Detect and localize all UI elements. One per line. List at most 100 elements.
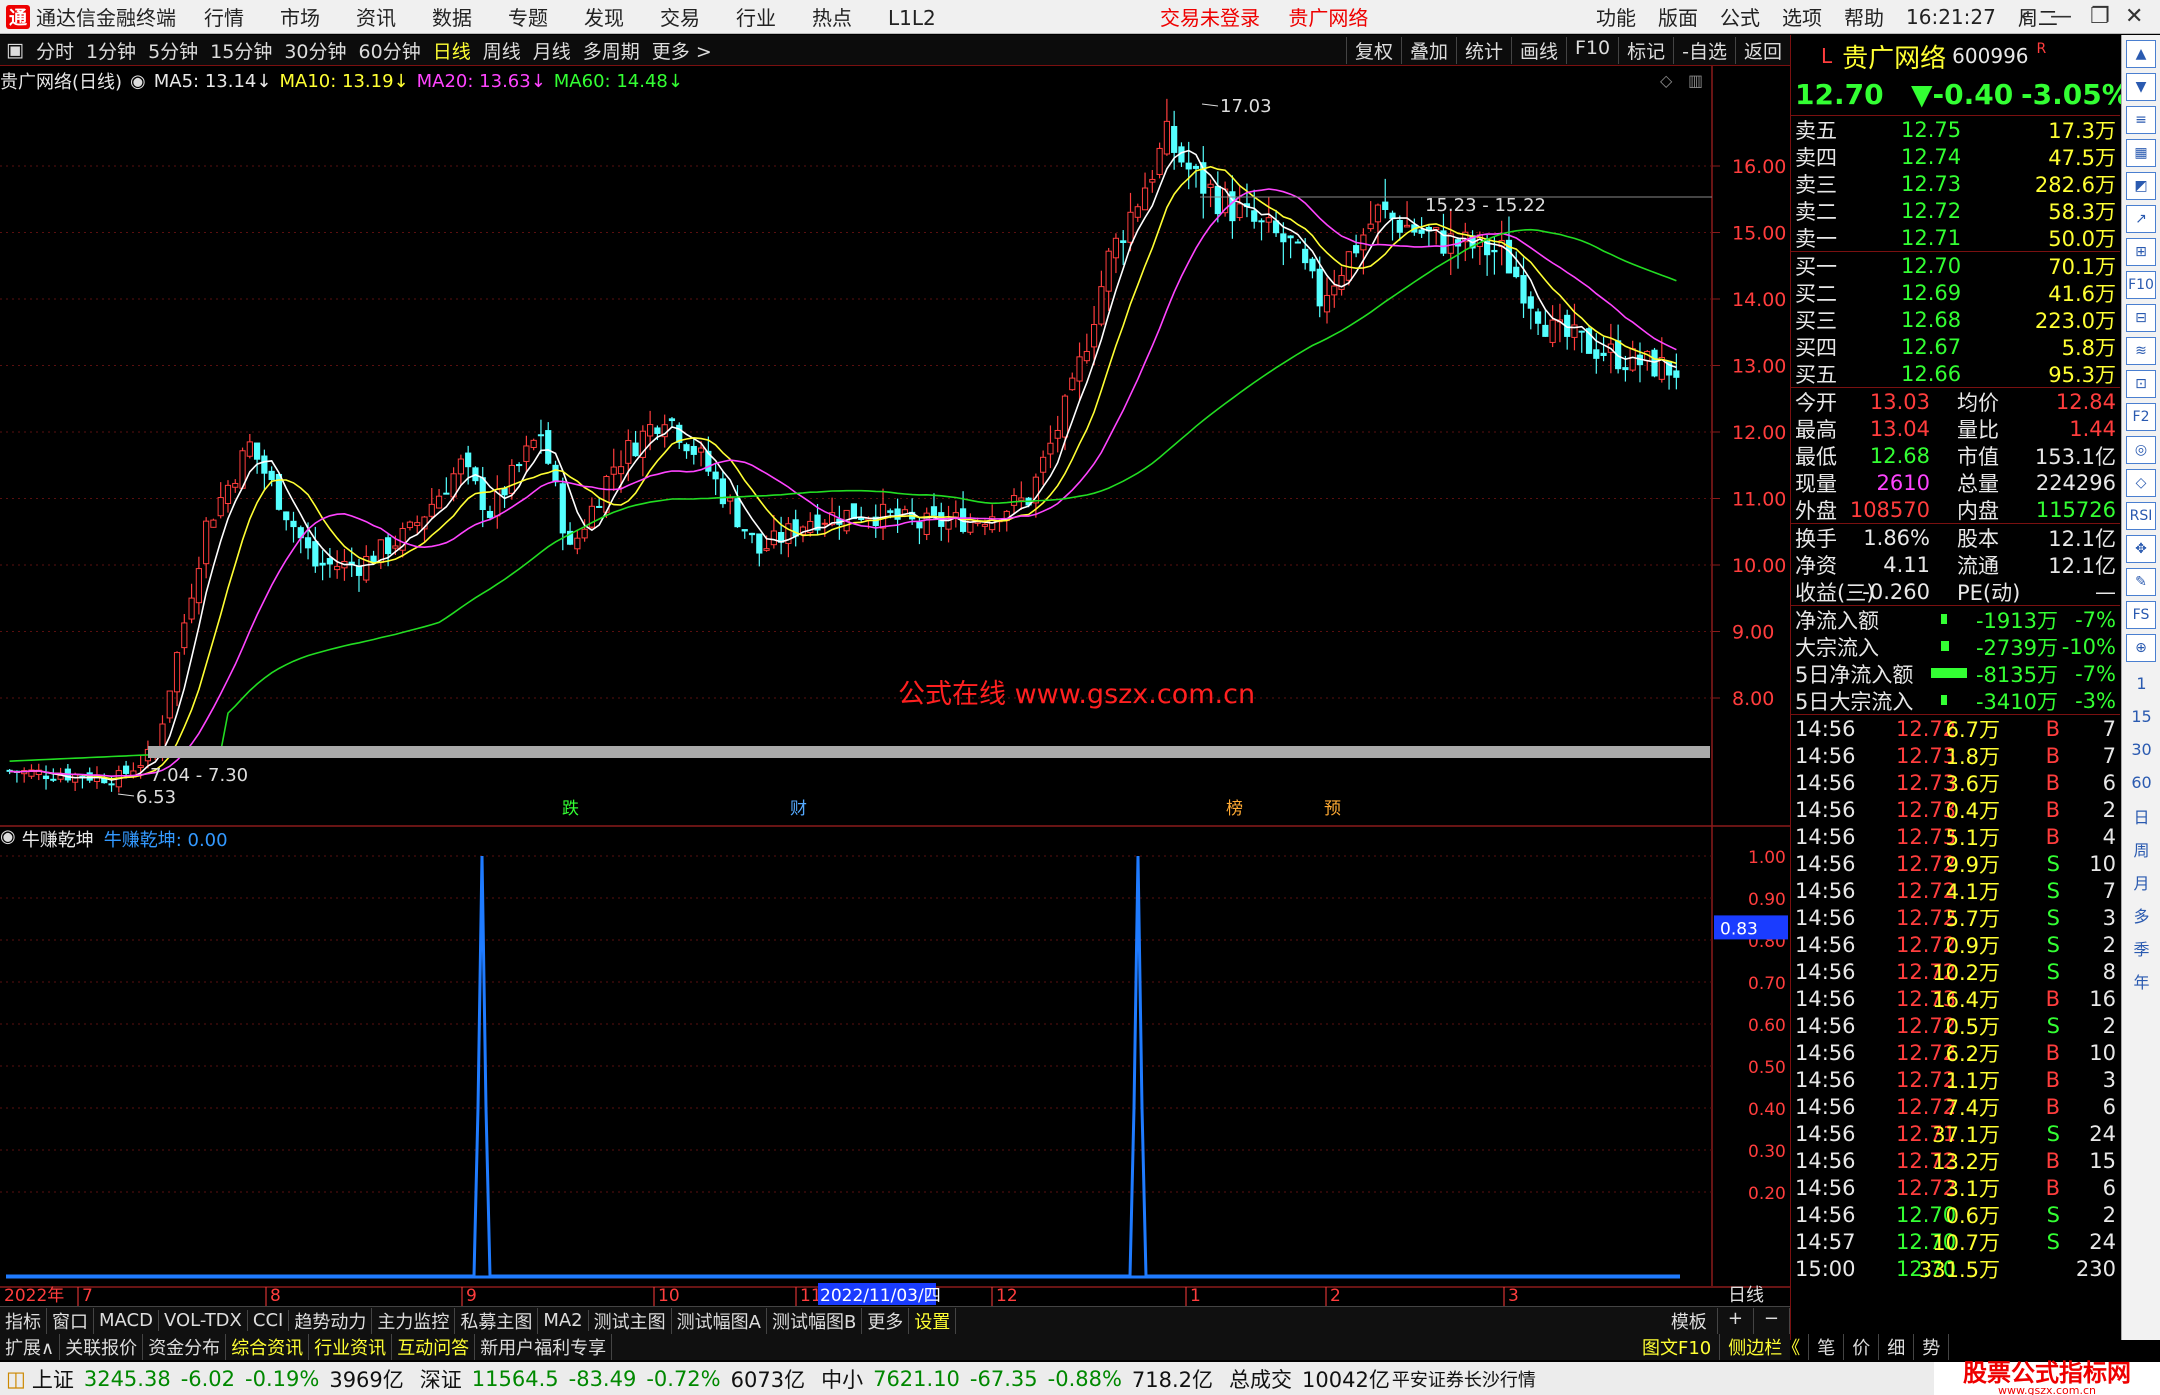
extension-tab[interactable]: 互动问答 bbox=[392, 1334, 476, 1360]
menu-item[interactable]: 资讯 bbox=[356, 2, 396, 31]
indicator-tab[interactable]: MA2 bbox=[538, 1310, 589, 1331]
right-menu-item[interactable]: 功能 bbox=[1596, 6, 1636, 30]
side-tool-icon[interactable]: ◎ bbox=[2126, 436, 2156, 464]
extension-tab[interactable]: 扩展∧ bbox=[0, 1334, 61, 1360]
panel-toggle-icon[interactable]: ▣ bbox=[0, 39, 30, 61]
side-tool-icon[interactable]: ⊞ bbox=[2126, 238, 2156, 266]
menu-item[interactable]: 市场 bbox=[280, 2, 320, 31]
side-tool-icon[interactable]: F10 bbox=[2126, 271, 2156, 299]
period-tab[interactable]: 30分钟 bbox=[278, 37, 352, 64]
period-tab[interactable]: 月线 bbox=[527, 37, 577, 64]
panel-button[interactable]: 笔 bbox=[1809, 1334, 1845, 1360]
indicator-tab[interactable]: 测试主图 bbox=[589, 1307, 672, 1334]
restore-icon[interactable]: ❐ bbox=[2090, 4, 2110, 29]
index-name[interactable]: 中小 bbox=[821, 1364, 863, 1394]
side-tool-icon[interactable]: ⊟ bbox=[2126, 304, 2156, 332]
right-menu-item[interactable]: 版面 bbox=[1658, 6, 1698, 30]
extension-tab[interactable]: 资金分布 bbox=[143, 1334, 227, 1360]
right-menu-item[interactable]: 选项 bbox=[1782, 6, 1822, 30]
side-tool-icon[interactable]: 周 bbox=[2122, 832, 2160, 865]
panel-button[interactable]: 细 bbox=[1879, 1334, 1915, 1360]
side-tool-icon[interactable]: ▦ bbox=[2126, 139, 2156, 167]
indicator-tab[interactable]: 趋势动力 bbox=[289, 1307, 373, 1334]
template-button[interactable]: + bbox=[1718, 1307, 1754, 1334]
side-tool-icon[interactable]: ✎ bbox=[2126, 568, 2156, 596]
menu-item[interactable]: 交易 bbox=[660, 2, 700, 31]
panel-button[interactable]: 侧边栏《 bbox=[1720, 1334, 1810, 1360]
trade-login-status[interactable]: 交易未登录 bbox=[1160, 6, 1260, 30]
menu-item[interactable]: 发现 bbox=[584, 2, 624, 31]
menu-item[interactable]: 专题 bbox=[508, 2, 548, 31]
side-tool-icon[interactable]: ↗ bbox=[2126, 205, 2156, 233]
side-tool-icon[interactable]: 月 bbox=[2122, 865, 2160, 898]
back-icon[interactable]: ‹ bbox=[2020, 4, 2029, 29]
indicator-tab[interactable]: 测试幅图B bbox=[767, 1307, 863, 1334]
side-tool-icon[interactable]: ▼ bbox=[2126, 73, 2156, 101]
period-tab[interactable]: 5分钟 bbox=[142, 37, 204, 64]
period-tab[interactable]: 更多 > bbox=[646, 37, 718, 64]
side-tool-icon[interactable]: F2 bbox=[2126, 403, 2156, 431]
side-tool-icon[interactable]: 1 bbox=[2122, 667, 2160, 700]
right-menu-item[interactable]: 公式 bbox=[1720, 6, 1760, 30]
indicator-tab[interactable]: VOL-TDX bbox=[159, 1310, 248, 1331]
side-tool-icon[interactable]: FS bbox=[2126, 601, 2156, 629]
period-tab[interactable]: 日线 bbox=[427, 37, 477, 64]
extension-tab[interactable]: 行业资讯 bbox=[309, 1334, 393, 1360]
tool-button[interactable]: F10 bbox=[1566, 36, 1618, 64]
tool-button[interactable]: -自选 bbox=[1673, 36, 1735, 64]
extension-tab[interactable]: 新用户福利专享 bbox=[475, 1334, 613, 1360]
tool-button[interactable]: 画线 bbox=[1510, 36, 1566, 64]
status-menu-icon[interactable]: ◫ bbox=[6, 1367, 26, 1391]
panel-button[interactable]: 势 bbox=[1914, 1334, 1950, 1360]
indicator-tab[interactable]: MACD bbox=[94, 1310, 159, 1331]
indicator-tab[interactable]: 窗口 bbox=[47, 1307, 94, 1334]
indicator-tab[interactable]: 私募主图 bbox=[455, 1307, 539, 1334]
side-tool-icon[interactable]: 多 bbox=[2122, 898, 2160, 931]
side-tool-icon[interactable]: ≋ bbox=[2126, 337, 2156, 365]
side-tool-icon[interactable]: 日 bbox=[2122, 799, 2160, 832]
side-tool-icon[interactable]: 30 bbox=[2122, 733, 2160, 766]
menu-item[interactable]: 行情 bbox=[204, 2, 244, 31]
period-tab[interactable]: 周线 bbox=[477, 37, 527, 64]
index-name[interactable]: 上证 bbox=[32, 1364, 74, 1394]
tool-button[interactable]: 标记 bbox=[1618, 36, 1673, 64]
side-tool-icon[interactable]: ≡ bbox=[2126, 106, 2156, 134]
menu-item[interactable]: L1L2 bbox=[888, 6, 936, 30]
side-tool-icon[interactable]: ✥ bbox=[2126, 535, 2156, 563]
indicator-tab[interactable]: CCI bbox=[248, 1310, 290, 1331]
indicator-tab[interactable]: 主力监控 bbox=[372, 1307, 456, 1334]
right-menu-item[interactable]: 帮助 bbox=[1844, 6, 1884, 30]
ma-toggle-icon[interactable]: ◉ bbox=[130, 71, 146, 92]
side-tool-icon[interactable]: 季 bbox=[2122, 931, 2160, 964]
index-name[interactable]: 深证 bbox=[420, 1364, 462, 1394]
indicator-tab[interactable]: 设置 bbox=[909, 1307, 957, 1334]
side-tool-icon[interactable]: 年 bbox=[2122, 964, 2160, 997]
tool-button[interactable]: 统计 bbox=[1455, 36, 1511, 64]
tool-button[interactable]: 叠加 bbox=[1400, 36, 1456, 64]
tool-button[interactable]: 返回 bbox=[1734, 36, 1790, 64]
side-tool-icon[interactable]: 15 bbox=[2122, 700, 2160, 733]
panel-button[interactable]: 价 bbox=[1844, 1334, 1880, 1360]
close-icon[interactable]: ✕ bbox=[2125, 4, 2143, 29]
period-tab[interactable]: 分时 bbox=[30, 37, 80, 64]
indicator-tab[interactable]: 更多 bbox=[862, 1307, 910, 1334]
side-tool-icon[interactable]: RSI bbox=[2126, 502, 2156, 530]
menu-item[interactable]: 数据 bbox=[432, 2, 472, 31]
chart-area[interactable]: 16.0015.0014.0013.0012.0011.0010.009.008… bbox=[0, 66, 1790, 1306]
minimize-icon[interactable]: — bbox=[2050, 4, 2072, 29]
osc-toggle-icon[interactable]: ◉ bbox=[0, 826, 16, 852]
period-tab[interactable]: 多周期 bbox=[577, 37, 646, 64]
extension-tab[interactable]: 综合资讯 bbox=[226, 1334, 310, 1360]
extension-tab[interactable]: 关联报价 bbox=[60, 1334, 144, 1360]
side-tool-icon[interactable]: ◩ bbox=[2126, 172, 2156, 200]
side-tool-icon[interactable]: ⊡ bbox=[2126, 370, 2156, 398]
menu-item[interactable]: 热点 bbox=[812, 2, 852, 31]
side-tool-icon[interactable]: ⊕ bbox=[2126, 634, 2156, 662]
period-tab[interactable]: 60分钟 bbox=[353, 37, 427, 64]
template-button[interactable]: − bbox=[1754, 1307, 1790, 1334]
period-tab[interactable]: 15分钟 bbox=[204, 37, 278, 64]
tool-button[interactable]: 复权 bbox=[1345, 36, 1401, 64]
menu-item[interactable]: 行业 bbox=[736, 2, 776, 31]
side-tool-icon[interactable]: ▲ bbox=[2126, 40, 2156, 68]
indicator-tab[interactable]: 指标 bbox=[0, 1307, 47, 1334]
